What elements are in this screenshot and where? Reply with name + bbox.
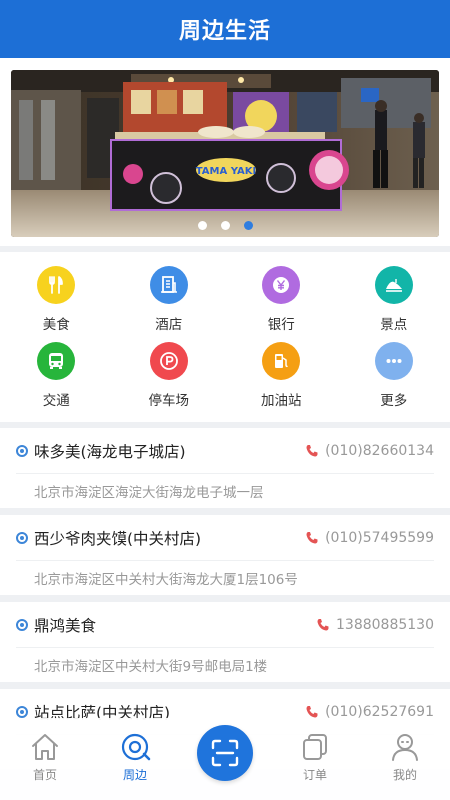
shop-card-header: 味多美(海龙电子城店) (010)82660134 (16, 428, 434, 474)
phone-call-link[interactable]: 13880885130 (316, 617, 434, 633)
carousel-dot[interactable] (220, 221, 230, 230)
category-label: 酒店 (155, 317, 183, 333)
phone-icon (306, 531, 318, 543)
phone-icon (306, 705, 318, 717)
shop-address: 北京市海淀区中关村大街9号邮电局1楼 (34, 658, 268, 675)
shop-name: 鼎鸿美食 (34, 616, 97, 635)
tab-label: 我的 (392, 768, 417, 782)
shop-card-header: 西少爷肉夹馍(中关村店) (010)57495599 (16, 515, 434, 561)
bus-icon (37, 342, 76, 380)
category-label: 停车场 (148, 393, 190, 409)
tab-orders[interactable]: 订单 (270, 731, 360, 800)
category-food[interactable]: 美食 (0, 266, 113, 342)
shop-name: 西少爷肉夹馍(中关村店) (34, 529, 202, 548)
more-icon (374, 342, 413, 380)
banner-image: TAMA YAKI (11, 70, 439, 237)
shop-card-header: 鼎鸿美食 13880885130 (16, 602, 434, 648)
carousel-indicator (11, 221, 439, 230)
tab-home[interactable]: 首页 (0, 731, 90, 800)
location-pin-icon (16, 705, 28, 718)
category-parking[interactable]: 停车场 (113, 342, 226, 418)
shop-card[interactable]: 味多美(海龙电子城店) (010)82660134 北京市海淀区海淀大街海龙电子… (0, 428, 450, 508)
category-transport[interactable]: 交通 (0, 342, 113, 418)
category-more[interactable]: 更多 (338, 342, 450, 418)
nearby-icon (121, 733, 151, 761)
yen-icon (262, 266, 301, 304)
phone-call-link[interactable]: (010)82660134 (305, 443, 434, 459)
category-label: 美食 (42, 317, 70, 333)
tab-scan[interactable] (180, 718, 270, 800)
tab-label: 首页 (32, 768, 57, 782)
tab-mine[interactable]: 我的 (360, 731, 450, 800)
tab-label: 周边 (122, 768, 147, 782)
shop-phone: (010)57495599 (325, 529, 434, 546)
banner-sign-text: TAMA YAKI (196, 166, 256, 177)
scan-button[interactable] (197, 725, 253, 781)
shop-phone: (010)82660134 (325, 442, 434, 459)
carousel-dot[interactable] (197, 221, 207, 230)
phone-icon (306, 444, 318, 456)
shop-address: 北京市海淀区海淀大街海龙电子城一层 (34, 484, 264, 501)
shop-card[interactable]: 西少爷肉夹馍(中关村店) (010)57495599 北京市海淀区中关村大街海龙… (0, 515, 450, 595)
app-screen: 周边生活 TAMA YAKI 美食 酒店 银行 景点 交通 停车场 加油站 更多… (0, 0, 450, 800)
tab-nearby[interactable]: 周边 (90, 731, 180, 800)
user-icon (392, 734, 418, 761)
building-icon (149, 266, 188, 304)
shop-name: 味多美(海龙电子城店) (34, 442, 186, 461)
phone-icon (317, 618, 329, 630)
banner-section: TAMA YAKI (0, 58, 450, 246)
shop-phone: 13880885130 (336, 616, 434, 633)
category-label: 景点 (380, 317, 408, 333)
category-label: 更多 (380, 393, 408, 409)
location-pin-icon (16, 531, 28, 544)
category-bank[interactable]: 银行 (225, 266, 338, 342)
location-pin-icon (16, 444, 28, 457)
fork-knife-icon (37, 266, 76, 304)
scan-icon (211, 739, 239, 767)
app-header: 周边生活 (0, 0, 450, 58)
tab-label: 订单 (302, 768, 327, 782)
orders-icon (303, 734, 327, 760)
category-label: 加油站 (261, 393, 302, 409)
home-icon (32, 734, 58, 760)
category-grid: 美食 酒店 银行 景点 交通 停车场 加油站 更多 (0, 252, 450, 422)
category-label: 交通 (42, 393, 70, 409)
bottom-tab-bar: 首页 周边 订单 我的 (0, 718, 450, 800)
parking-icon (149, 342, 188, 380)
page-title: 周边生活 (178, 19, 271, 44)
category-hotel[interactable]: 酒店 (113, 266, 226, 342)
shop-address: 北京市海淀区中关村大街海龙大厦1层106号 (34, 571, 298, 588)
location-pin-icon (16, 618, 28, 631)
carousel-dot-active[interactable] (243, 221, 253, 230)
category-scenic[interactable]: 景点 (338, 266, 450, 342)
banner-carousel[interactable]: TAMA YAKI (11, 70, 439, 237)
category-label: 银行 (267, 317, 295, 333)
category-gas-station[interactable]: 加油站 (225, 342, 338, 418)
scenic-icon (374, 266, 413, 304)
shop-card[interactable]: 鼎鸿美食 13880885130 北京市海淀区中关村大街9号邮电局1楼 (0, 602, 450, 682)
phone-call-link[interactable]: (010)57495599 (305, 530, 434, 546)
gas-station-icon (262, 342, 301, 380)
